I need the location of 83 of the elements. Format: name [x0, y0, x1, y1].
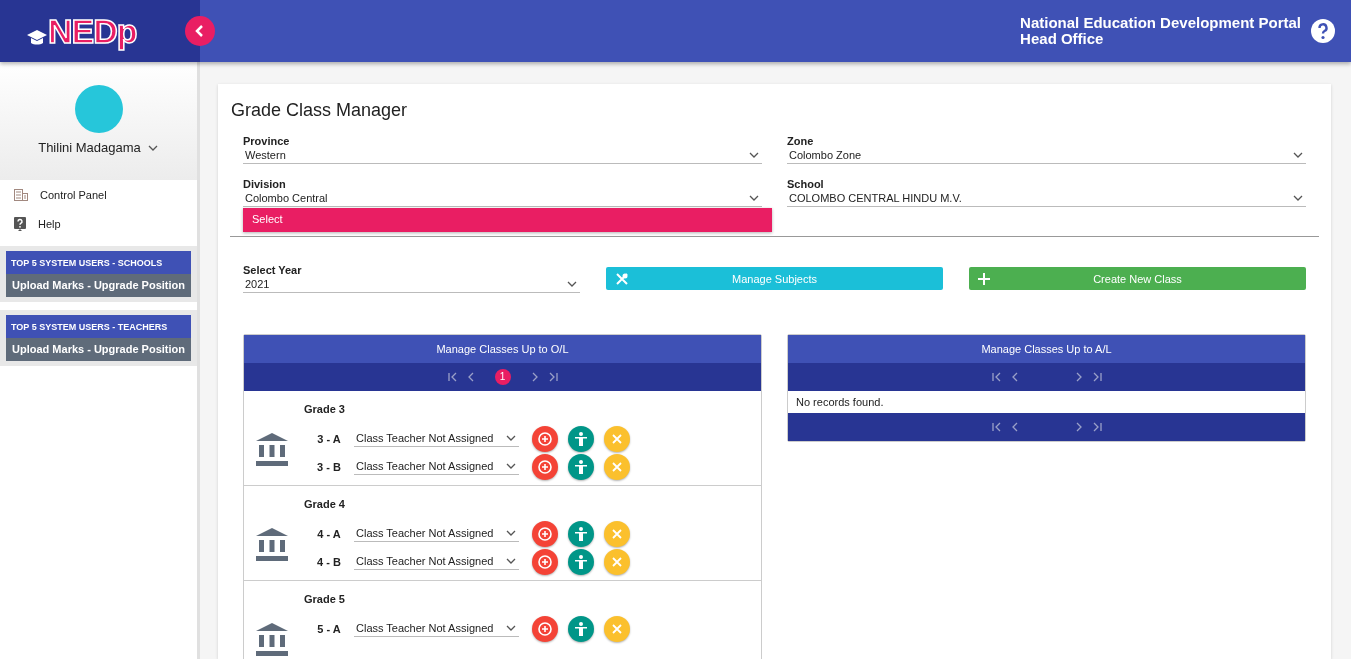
page-number[interactable]: 1: [494, 369, 511, 385]
grade-name: Grade 3: [304, 403, 346, 417]
sidebar-item[interactable]: Control Panel: [0, 180, 197, 209]
person-icon: [575, 432, 587, 446]
plus-circle-icon: [538, 622, 552, 636]
field-label: Zone: [787, 135, 815, 147]
class-name: 4 - B: [316, 556, 342, 568]
utensils-icon: [615, 271, 629, 286]
close-icon: [612, 434, 622, 444]
user-menu[interactable]: Thilini Madagama: [38, 140, 159, 155]
bank-icon: [256, 433, 288, 467]
add-button[interactable]: [532, 426, 558, 452]
panel-title: Manage Classes Up to O/L: [244, 335, 761, 363]
sidebar-item[interactable]: Help: [0, 209, 197, 238]
dropdown-option[interactable]: Select: [243, 208, 772, 232]
person-icon: [575, 527, 587, 541]
person-button[interactable]: [568, 426, 594, 452]
person-icon: [575, 622, 587, 636]
class-name: 4 - A: [316, 528, 342, 540]
class-name: 3 - A: [316, 433, 342, 445]
promo-title: TOP 5 SYSTEM USERS - TEACHERS: [6, 315, 191, 338]
close-icon: [612, 462, 622, 472]
add-button[interactable]: [532, 549, 558, 575]
teacher-select[interactable]: Class Teacher Not Assigned: [354, 621, 519, 637]
field-label: Select Year: [243, 264, 303, 276]
portal-title: National Education Development Portal Head Office: [1020, 15, 1301, 47]
avatar: [74, 85, 123, 133]
person-button[interactable]: [568, 549, 594, 575]
panel-title: Manage Classes Up to A/L: [788, 335, 1305, 363]
chevron-left-icon: [195, 25, 205, 37]
person-button[interactable]: [568, 521, 594, 547]
person-button[interactable]: [568, 616, 594, 642]
previous-page-icon[interactable]: [466, 371, 475, 383]
first-page-icon[interactable]: [446, 371, 459, 383]
first-page-icon[interactable]: [990, 421, 1003, 433]
close-icon: [612, 529, 622, 539]
close-icon: [612, 624, 622, 634]
next-page-icon[interactable]: [1074, 421, 1083, 433]
plus-circle-icon: [538, 555, 552, 569]
help-icon[interactable]: [1311, 19, 1335, 43]
next-page-icon[interactable]: [530, 371, 539, 383]
grade-name: Grade 5: [304, 593, 346, 607]
bank-icon: [256, 623, 288, 657]
plus-circle-icon: [538, 527, 552, 541]
plus-circle-icon: [538, 460, 552, 474]
select-field[interactable]: COLOMBO CENTRAL HINDU M.V.: [787, 192, 1306, 207]
teacher-select[interactable]: Class Teacher Not Assigned: [354, 526, 519, 542]
person-button[interactable]: [568, 454, 594, 480]
building-icon: [14, 188, 28, 201]
select-field[interactable]: Colombo Zone: [787, 149, 1306, 164]
promo-button[interactable]: Upload Marks - Upgrade Position: [6, 274, 191, 297]
teacher-select[interactable]: Class Teacher Not Assigned: [354, 459, 519, 475]
add-button[interactable]: [532, 616, 558, 642]
promo-title: TOP 5 SYSTEM USERS - SCHOOLS: [6, 251, 191, 274]
plus-circle-icon: [538, 432, 552, 446]
add-button[interactable]: [532, 454, 558, 480]
logo-text: NEDp: [48, 14, 137, 48]
grade-name: Grade 4: [304, 498, 346, 512]
field-label: Province: [243, 135, 291, 147]
teacher-select[interactable]: Class Teacher Not Assigned: [354, 554, 519, 570]
teacher-select[interactable]: Class Teacher Not Assigned: [354, 431, 519, 447]
previous-page-icon[interactable]: [1010, 371, 1019, 383]
empty-message: No records found.: [795, 395, 885, 410]
next-page-icon[interactable]: [1074, 371, 1083, 383]
class-name: 5 - A: [316, 623, 342, 635]
previous-page-icon[interactable]: [1010, 421, 1019, 433]
field-label: Division: [243, 178, 287, 190]
select-field[interactable]: Western: [243, 149, 762, 164]
person-icon: [575, 555, 587, 569]
collapse-button[interactable]: [185, 16, 215, 46]
plus-icon: [978, 272, 990, 285]
first-page-icon[interactable]: [990, 371, 1003, 383]
bank-icon: [256, 528, 288, 562]
close-icon: [612, 557, 622, 567]
add-button[interactable]: [532, 521, 558, 547]
select-field[interactable]: Colombo Central: [243, 192, 762, 207]
page-title: Grade Class Manager: [231, 100, 409, 122]
field-label: School: [787, 178, 825, 190]
person-icon: [575, 460, 587, 474]
help-icon: [14, 216, 26, 231]
select-field[interactable]: 2021: [243, 278, 580, 293]
promo-button[interactable]: Upload Marks - Upgrade Position: [6, 338, 191, 361]
class-name: 3 - B: [316, 461, 342, 473]
